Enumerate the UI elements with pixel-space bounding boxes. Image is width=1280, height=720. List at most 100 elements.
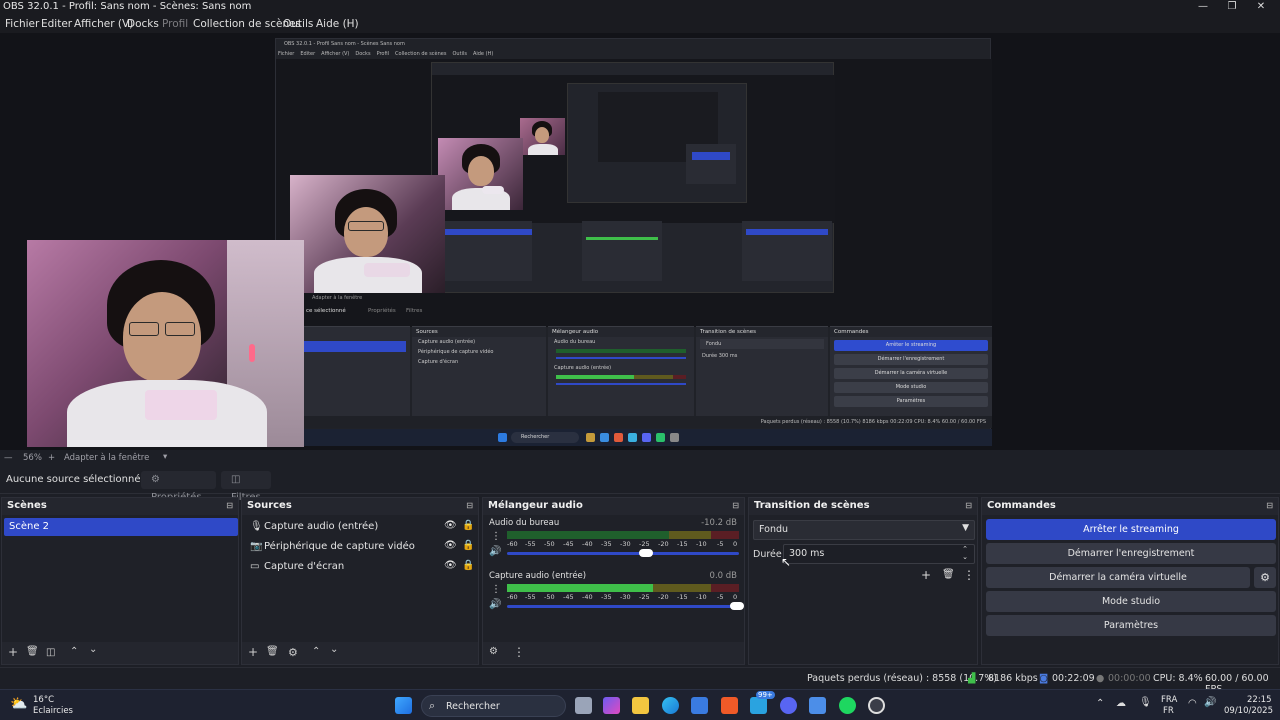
app-icon[interactable] [809,697,826,714]
weather-temp[interactable]: 16°C [33,695,54,705]
preview-canvas[interactable]: OBS 32.0.1 - Profil Sans nom - Scènes Sa… [0,33,1280,450]
menu-docks[interactable]: Docks [127,18,159,30]
volume-slider[interactable] [507,552,739,555]
source-item[interactable]: 🎙 Capture audio (entrée) 👁 🔒 [246,518,474,536]
more-options-icon[interactable]: ⋮ [491,584,501,595]
windows-start-icon[interactable] [395,697,412,714]
task-view-icon[interactable] [575,697,592,714]
spotify-icon[interactable] [839,697,856,714]
more-options-icon[interactable]: ⋮ [963,568,975,582]
copilot-icon[interactable] [603,697,620,714]
lock-icon[interactable]: 🔒 [462,520,474,531]
popout-icon[interactable]: ⊟ [965,501,972,510]
discord-icon[interactable] [780,697,797,714]
taskbar-search[interactable]: ⌕ Rechercher [421,695,566,717]
menu-bar: Fichier Editer Afficher (V) Docks Profil… [0,15,1280,33]
obs-icon[interactable] [868,697,885,714]
nested-app-icon [628,433,637,442]
add-icon[interactable]: + [8,645,18,659]
popout-icon[interactable]: ⊟ [466,501,473,510]
weather-text[interactable]: Eclaircies [33,706,73,716]
menu-view[interactable]: Afficher (V) [74,18,133,30]
lock-icon[interactable]: 🔒 [462,560,474,571]
nested-mixer-channel: Audio du bureau [554,339,596,345]
arrow-up-icon[interactable]: ⌃ [312,646,320,657]
speaker-icon[interactable]: 🔊 [489,599,501,610]
stop-streaming-button[interactable]: Arrêter le streaming [986,519,1276,540]
language-1[interactable]: FRA [1161,695,1177,705]
zoom-fit-label[interactable]: Adapter à la fenêtre [64,453,149,463]
more-options-icon[interactable]: ⋮ [491,531,501,542]
popout-icon[interactable]: ⊟ [226,501,233,510]
store-icon[interactable] [691,697,708,714]
weather-icon[interactable]: ⛅ [10,696,27,712]
nested-transition-dock: Transition de scènes Fondu Durée 300 ms [696,326,828,416]
wifi-icon[interactable]: ◠ [1188,698,1197,709]
source-item[interactable]: ▭ Capture d'écran 👁 🔒 [246,558,474,576]
volume-slider-handle[interactable] [729,602,744,610]
cloud-icon[interactable]: ☁ [1116,698,1126,709]
zoom-in-icon[interactable]: + [48,453,55,463]
clock-date[interactable]: 09/10/2025 [1224,706,1273,716]
filter-icon[interactable]: ◫ [46,647,55,658]
chevron-down-icon[interactable]: ▾ [163,452,167,462]
start-virtual-camera-button[interactable]: Démarrer la caméra virtuelle [986,567,1250,588]
recursive-inner-dock [686,144,736,184]
trash-icon[interactable]: 🗑 [26,646,39,657]
visibility-eye-icon[interactable]: 👁 [444,540,457,551]
close-icon[interactable]: ✕ [1251,0,1271,15]
menu-profile[interactable]: Profil [162,18,188,30]
more-options-icon[interactable]: ⋮ [513,645,525,659]
duration-input[interactable]: 300 ms ⌃ ⌄ [783,544,975,564]
volume-slider-handle[interactable] [639,549,654,557]
menu-file[interactable]: Fichier [5,18,39,30]
source-item[interactable]: 📷 Périphérique de capture vidéo 👁 🔒 [246,538,474,556]
gear-icon[interactable]: ⚙ [288,646,298,659]
visibility-eye-icon[interactable]: 👁 [444,560,457,571]
menu-tools[interactable]: Outils [283,18,313,30]
chevron-up-icon[interactable]: ⌃ [1096,698,1104,709]
maximize-icon[interactable]: ❐ [1222,0,1242,15]
meter-tick-label: -20 [658,540,669,548]
language-2[interactable]: FR [1163,706,1174,716]
trash-icon[interactable]: 🗑 [266,646,279,657]
menu-edit[interactable]: Editer [41,18,72,30]
minimize-icon[interactable]: — [1193,0,1213,15]
file-explorer-icon[interactable] [632,697,649,714]
start-recording-button[interactable]: Démarrer l'enregistrement [986,543,1276,564]
settings-button[interactable]: Paramètres [986,615,1276,636]
add-icon[interactable]: + [921,568,931,582]
brave-icon[interactable] [721,697,738,714]
studio-mode-button[interactable]: Mode studio [986,591,1276,612]
popout-icon[interactable]: ⊟ [1266,501,1273,510]
volume-icon[interactable]: 🔊 [1204,697,1216,708]
clock-time[interactable]: 22:15 [1247,695,1272,705]
edge-icon[interactable] [662,697,679,714]
lock-icon[interactable]: 🔒 [462,540,474,551]
arrow-down-icon[interactable]: ⌄ [330,644,338,655]
microphone-icon[interactable]: 🎙 [1139,697,1152,708]
add-icon[interactable]: + [248,645,258,659]
source-toolbar: Aucune source sélectionné ⚙ Propriétés ◫… [0,466,1280,503]
advanced-audio-gear-icon[interactable]: ⚙ [489,646,498,657]
visibility-eye-icon[interactable]: 👁 [444,520,457,531]
arrow-down-icon[interactable]: ⌄ [89,644,97,655]
properties-button[interactable]: ⚙ Propriétés [141,471,216,503]
scene-item[interactable]: Scène 2 [4,518,238,536]
speaker-icon[interactable]: 🔊 [489,546,501,557]
nested-app-icon [614,433,623,442]
filters-button[interactable]: ◫ Filtres [221,471,271,503]
meter-tick-label: -30 [620,593,631,601]
spinner-icon[interactable]: ⌃ ⌄ [962,545,968,561]
menu-help[interactable]: Aide (H) [316,18,359,30]
arrow-up-icon[interactable]: ⌃ [70,646,78,657]
zoom-out-icon[interactable]: — [4,453,13,463]
transition-select[interactable]: Fondu ▼ [753,520,975,540]
nested-sources-dock: Sources Capture audio (entrée) Périphéri… [412,326,546,416]
trash-icon[interactable]: 🗑 [942,569,955,580]
vscode-icon[interactable] [750,697,767,714]
popout-icon[interactable]: ⊟ [732,501,739,510]
transition-header: Transition de scènes [754,500,870,511]
volume-slider[interactable] [507,605,739,608]
virtual-camera-gear-icon[interactable]: ⚙ [1254,567,1276,588]
